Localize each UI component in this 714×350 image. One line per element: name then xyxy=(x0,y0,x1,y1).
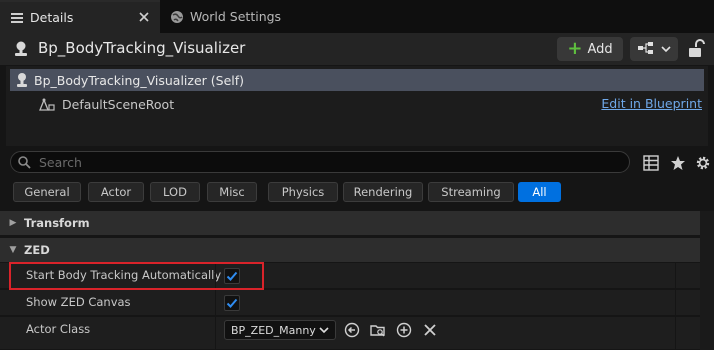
chevron-down-icon xyxy=(318,324,330,336)
scrollbar[interactable] xyxy=(700,211,714,350)
show-zed-canvas-checkbox[interactable] xyxy=(224,295,240,311)
section-transform[interactable]: ▶ Transform xyxy=(0,211,700,235)
lock-icon[interactable] xyxy=(687,39,705,59)
search-input[interactable] xyxy=(39,154,599,170)
edit-in-blueprint-link[interactable]: Edit in Blueprint xyxy=(601,96,702,111)
section-zed-label: ZED xyxy=(24,243,50,257)
search-icon xyxy=(17,155,31,169)
filter-physics[interactable]: Physics xyxy=(268,182,338,202)
globe-icon xyxy=(170,10,184,24)
search-box xyxy=(10,151,630,173)
filter-misc[interactable]: Misc xyxy=(207,182,257,202)
use-selected-icon[interactable] xyxy=(344,322,360,338)
actor-class-value: BP_ZED_Manny xyxy=(231,323,316,337)
gear-icon[interactable] xyxy=(694,154,712,172)
filter-actor[interactable]: Actor xyxy=(88,182,144,202)
tab-world-settings-label: World Settings xyxy=(190,9,282,24)
section-transform-label: Transform xyxy=(24,216,90,230)
scene-component-icon xyxy=(38,96,56,112)
filter-lod[interactable]: LOD xyxy=(150,182,200,202)
plus-icon: + xyxy=(567,38,583,59)
column-divider xyxy=(675,263,676,289)
tree-item-self-label: Bp_BodyTracking_Visualizer (Self) xyxy=(34,72,245,88)
column-divider xyxy=(215,290,216,316)
column-divider xyxy=(675,317,676,350)
add-button-label: Add xyxy=(587,41,613,57)
actor-icon xyxy=(14,72,30,88)
star-icon[interactable] xyxy=(669,154,687,172)
filter-streaming[interactable]: Streaming xyxy=(428,182,514,202)
tab-details-label: Details xyxy=(30,10,74,25)
property-label: Actor Class xyxy=(26,322,91,336)
filter-general[interactable]: General xyxy=(13,182,81,202)
actor-class-combo[interactable]: BP_ZED_Manny xyxy=(224,320,336,340)
property-label: Show ZED Canvas xyxy=(26,295,131,309)
chevron-down-icon: ▼ xyxy=(9,245,17,255)
add-component-button[interactable]: + Add xyxy=(557,37,623,61)
actor-title: Bp_BodyTracking_Visualizer xyxy=(38,39,246,57)
tab-bar: Details World Settings xyxy=(0,0,714,33)
clear-icon[interactable] xyxy=(422,322,438,338)
tab-details[interactable]: Details xyxy=(0,0,160,33)
close-icon[interactable] xyxy=(138,11,150,23)
browse-folder-icon[interactable] xyxy=(370,322,386,338)
tree-item-default-scene-root[interactable]: DefaultSceneRoot xyxy=(38,95,174,113)
tree-item-self[interactable]: Bp_BodyTracking_Visualizer (Self) xyxy=(10,69,704,91)
column-divider xyxy=(215,317,216,350)
add-icon[interactable] xyxy=(396,322,412,338)
property-show-zed-canvas: Show ZED Canvas xyxy=(0,290,700,316)
component-tree: Bp_BodyTracking_Visualizer (Self) Defaul… xyxy=(6,66,708,146)
section-zed[interactable]: ▼ ZED xyxy=(0,238,700,262)
chevron-down-icon xyxy=(661,45,671,53)
tab-world-settings[interactable]: World Settings xyxy=(160,0,310,33)
filter-rendering[interactable]: Rendering xyxy=(343,182,423,202)
table-view-icon[interactable] xyxy=(642,154,660,172)
chevron-right-icon: ▶ xyxy=(9,218,17,228)
list-icon xyxy=(10,11,24,25)
blueprint-options-button[interactable] xyxy=(630,37,678,61)
filter-all[interactable]: All xyxy=(518,182,561,202)
hierarchy-icon xyxy=(637,41,655,58)
actor-icon xyxy=(12,40,30,58)
tree-item-root-label: DefaultSceneRoot xyxy=(62,96,175,112)
column-divider xyxy=(675,290,676,316)
checkmark-icon xyxy=(226,298,238,308)
highlight-box xyxy=(9,262,264,290)
